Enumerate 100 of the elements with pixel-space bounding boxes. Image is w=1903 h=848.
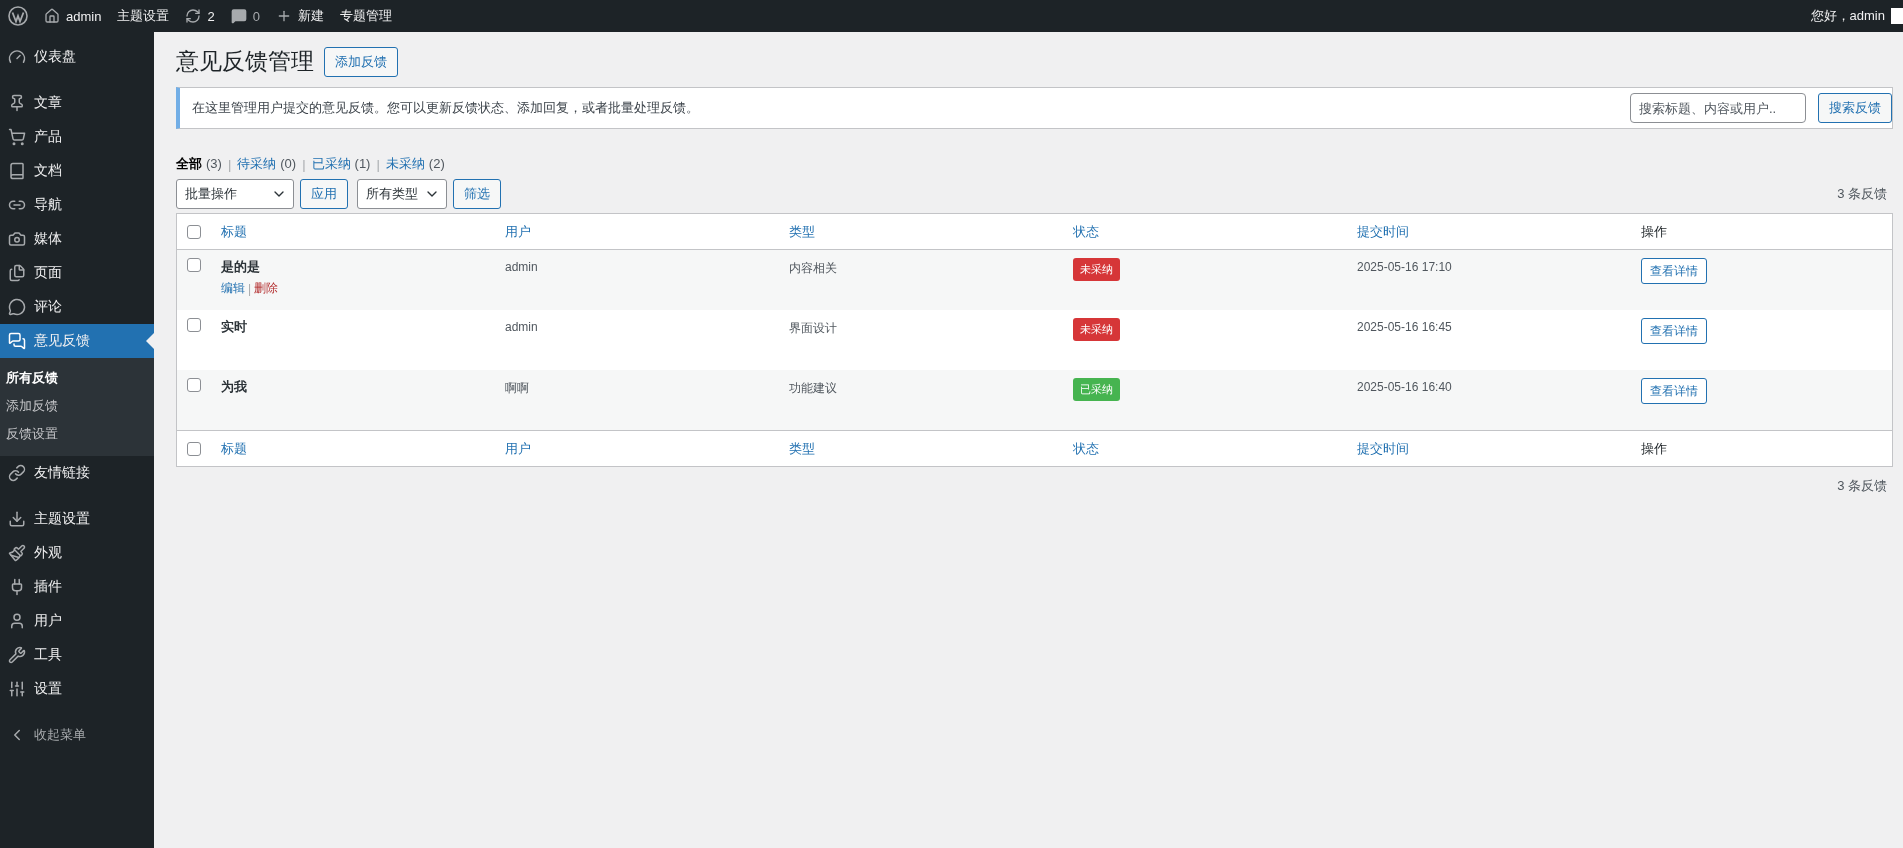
submenu-item[interactable]: 反馈设置 [0, 420, 154, 448]
status-badge: 未采纳 [1073, 318, 1120, 341]
updates-link[interactable]: 2 [177, 0, 223, 32]
menu-item[interactable]: 用户 [0, 604, 154, 638]
status-badge: 未采纳 [1073, 258, 1120, 281]
row-checkbox[interactable] [187, 378, 201, 392]
avatar [1891, 8, 1903, 24]
row-checkbox[interactable] [187, 258, 201, 272]
column-header-link[interactable]: 用户 [505, 439, 789, 458]
menu-item[interactable]: 文档 [0, 154, 154, 188]
user-cell-text: admin [505, 259, 539, 274]
refresh-icon [185, 8, 202, 24]
page-title: 意见反馈管理 [176, 47, 314, 76]
account-link[interactable]: 您好，admin [1802, 0, 1903, 32]
column-header-link[interactable]: 提交时间 [1357, 222, 1641, 241]
menu-icon [8, 48, 26, 66]
filter-button[interactable]: 筛选 [453, 179, 501, 209]
column-header-link[interactable]: 标题 [221, 222, 505, 241]
menu-icon [8, 128, 26, 146]
search-button[interactable]: 搜索反馈 [1818, 93, 1892, 123]
menu-item[interactable]: 文章 [0, 86, 154, 120]
feedback-title: 是的是 [221, 258, 261, 276]
type-filter-select[interactable]: 所有类型 [357, 179, 447, 209]
menu-item[interactable]: 意见反馈 [0, 324, 154, 358]
menu-item[interactable]: 设置 [0, 672, 154, 706]
menu-item[interactable]: 媒体 [0, 222, 154, 256]
menu-icon [8, 298, 26, 316]
feedback-title: 实时 [221, 318, 248, 336]
column-label: 操作 [1641, 222, 1668, 241]
time-cell-text: 2025-05-16 16:40 [1357, 379, 1453, 394]
feedback-title: 为我 [221, 378, 248, 396]
type-cell-text: 功能建议 [789, 380, 838, 397]
delete-link[interactable]: 删除 [254, 280, 279, 297]
menu-item[interactable]: 导航 [0, 188, 154, 222]
site-link[interactable]: admin [36, 0, 110, 32]
comment-icon [230, 8, 247, 24]
theme-settings-link[interactable]: 主题设置 [109, 0, 178, 32]
column-header-link[interactable]: 用户 [505, 222, 789, 241]
menu-icon [8, 464, 26, 482]
select-all-checkbox[interactable] [187, 441, 201, 456]
time-cell-text: 2025-05-16 16:45 [1357, 319, 1453, 334]
view-details-button[interactable]: 查看详情 [1641, 258, 1707, 284]
separator: | [227, 156, 232, 172]
view-filter-link[interactable]: 已采纳 (1) [311, 155, 371, 173]
add-feedback-button[interactable]: 添加反馈 [324, 46, 398, 77]
edit-link[interactable]: 编辑 [221, 280, 245, 297]
menu-item[interactable]: 产品 [0, 120, 154, 154]
view-filter-link[interactable]: 待采纳 (0) [237, 155, 297, 173]
column-header-link[interactable]: 标题 [221, 439, 505, 458]
view-filter-link[interactable]: 全部 (3) [176, 155, 222, 173]
time-cell-text: 2025-05-16 17:10 [1357, 259, 1453, 274]
wordpress-logo-icon[interactable] [8, 6, 28, 26]
apply-button[interactable]: 应用 [300, 179, 348, 209]
menu-icon [8, 646, 26, 664]
type-cell-text: 界面设计 [789, 320, 838, 337]
menu-item[interactable]: 仪表盘 [0, 40, 154, 74]
select-all-checkbox[interactable] [187, 224, 201, 239]
menu-item[interactable]: 工具 [0, 638, 154, 672]
menu-item[interactable]: 页面 [0, 256, 154, 290]
new-link[interactable]: 新建 [267, 0, 332, 32]
separator: | [302, 156, 306, 172]
column-header-link[interactable]: 提交时间 [1357, 439, 1641, 458]
user-cell-text: admin [505, 319, 539, 334]
submenu-item[interactable]: 所有反馈 [0, 364, 154, 392]
menu-icon [8, 162, 26, 180]
status-badge: 已采纳 [1073, 378, 1120, 401]
column-label: 操作 [1641, 439, 1668, 458]
menu-item[interactable]: 插件 [0, 570, 154, 604]
menu-icon [8, 510, 26, 528]
menu-item[interactable]: 评论 [0, 290, 154, 324]
type-cell-text: 内容相关 [789, 260, 838, 277]
item-count: 3 条反馈 [1837, 185, 1888, 203]
menu-icon [8, 94, 26, 112]
column-header-link[interactable]: 类型 [789, 439, 1073, 458]
search-field[interactable]: 搜索标题、内容或用户.. [1630, 93, 1806, 123]
menu-icon [8, 332, 26, 350]
collapse-menu[interactable]: 收起菜单 [0, 718, 154, 752]
home-icon [44, 8, 60, 24]
menu-icon [8, 544, 26, 562]
column-header-link[interactable]: 状态 [1073, 222, 1357, 241]
menu-icon [8, 680, 26, 698]
column-header-link[interactable]: 状态 [1073, 439, 1357, 458]
menu-item[interactable]: 友情链接 [0, 456, 154, 490]
column-header-link[interactable]: 类型 [789, 222, 1073, 241]
menu-item[interactable]: 外观 [0, 536, 154, 570]
bulk-action-select[interactable]: 批量操作 [176, 179, 294, 209]
menu-icon [8, 264, 26, 282]
view-details-button[interactable]: 查看详情 [1641, 318, 1707, 344]
view-details-button[interactable]: 查看详情 [1641, 378, 1707, 404]
user-cell-text: 啊啊 [505, 380, 530, 397]
separator: | [248, 281, 252, 296]
submenu-item[interactable]: 添加反馈 [0, 392, 154, 420]
row-checkbox[interactable] [187, 318, 201, 332]
item-count: 3 条反馈 [1837, 477, 1887, 495]
menu-item[interactable]: 主题设置 [0, 502, 154, 536]
menu-icon [8, 612, 26, 630]
view-filter-link[interactable]: 未采纳 (2) [385, 155, 445, 173]
topics-link[interactable]: 专题管理 [331, 0, 400, 32]
menu-icon [8, 230, 26, 248]
comments-link[interactable]: 0 [222, 0, 268, 32]
